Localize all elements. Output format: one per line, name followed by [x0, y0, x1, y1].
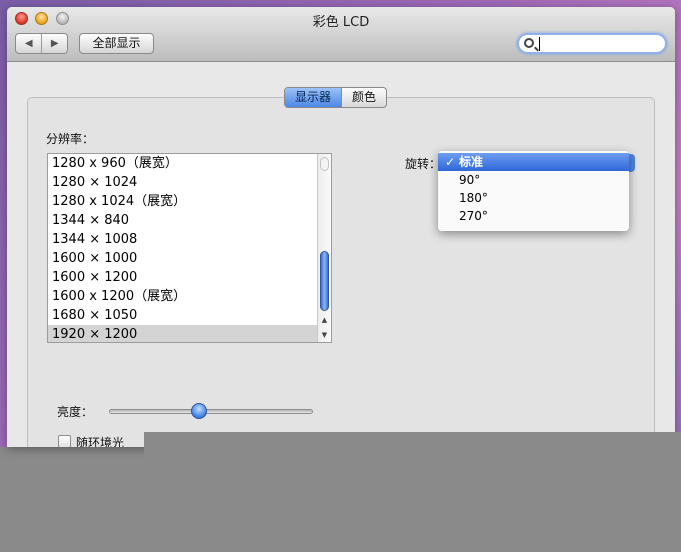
rotation-option-90[interactable]: 90° — [438, 171, 629, 189]
titlebar: 彩色 LCD ◀ ▶ 全部显示 — [7, 7, 675, 62]
scroll-down-icon[interactable]: ▼ — [318, 328, 331, 342]
rotation-option-label: 标准 — [459, 155, 484, 169]
resolution-item[interactable]: 1600 × 1200 — [48, 268, 317, 287]
brightness-slider-track[interactable] — [109, 409, 313, 414]
tab-bar: 显示器 颜色 — [284, 87, 388, 108]
resolution-item[interactable]: 1600 × 1000 — [48, 249, 317, 268]
back-button[interactable]: ◀ — [16, 34, 41, 53]
search-icon — [524, 38, 534, 48]
forward-button[interactable]: ▶ — [41, 34, 67, 53]
rotation-popup-button-edge[interactable] — [629, 154, 635, 172]
obscured-area — [144, 432, 681, 552]
resolution-list[interactable]: 1280 x 960（展宽） 1280 × 1024 1280 x 1024（展… — [47, 153, 332, 343]
auto-brightness-label: 随环境光 — [76, 436, 125, 447]
back-arrow-icon: ◀ — [24, 38, 33, 49]
rotation-label: 旋转： — [405, 157, 442, 171]
search-input[interactable] — [517, 33, 667, 54]
preferences-window: 彩色 LCD ◀ ▶ 全部显示 显示器 颜色 分辨率： 1280 x 960（展… — [7, 7, 675, 447]
scroll-up-icon[interactable]: ▲ — [318, 313, 331, 327]
resolution-item[interactable]: 1280 x 960（展宽） — [48, 154, 317, 173]
resolution-item[interactable]: 1344 × 840 — [48, 211, 317, 230]
auto-brightness-checkbox[interactable] — [58, 435, 71, 447]
text-cursor — [539, 37, 540, 51]
show-all-button[interactable]: 全部显示 — [79, 33, 154, 54]
tab-color[interactable]: 颜色 — [341, 88, 386, 107]
resolution-item-selected[interactable]: 1920 × 1200 — [48, 325, 317, 342]
checkmark-icon: ✓ — [445, 155, 456, 169]
nav-buttons: ◀ ▶ — [15, 33, 68, 54]
tab-display[interactable]: 显示器 — [285, 88, 342, 107]
resolution-item[interactable]: 1280 x 1024（展宽） — [48, 192, 317, 211]
resolution-item[interactable]: 1680 × 1050 — [48, 306, 317, 325]
resolution-item[interactable]: 1344 × 1008 — [48, 230, 317, 249]
resolution-item[interactable]: 1600 x 1200（展宽） — [48, 287, 317, 306]
resolution-label: 分辨率： — [46, 132, 95, 146]
rotation-option-270[interactable]: 270° — [438, 207, 629, 225]
resolution-scrollbar[interactable]: ▲ ▼ — [317, 154, 331, 342]
window-title: 彩色 LCD — [312, 15, 370, 30]
scrollbar-thumb[interactable] — [320, 251, 329, 311]
forward-arrow-icon: ▶ — [50, 38, 59, 49]
brightness-slider-thumb[interactable] — [191, 403, 207, 419]
brightness-label: 亮度： — [57, 405, 94, 419]
rotation-menu: ✓ 标准 90° 180° 270° — [438, 151, 629, 231]
rotation-option-180[interactable]: 180° — [438, 189, 629, 207]
scrollbar-track-cap — [320, 157, 329, 171]
resolution-item[interactable]: 1280 × 1024 — [48, 173, 317, 192]
rotation-option-standard[interactable]: ✓ 标准 — [438, 153, 629, 171]
